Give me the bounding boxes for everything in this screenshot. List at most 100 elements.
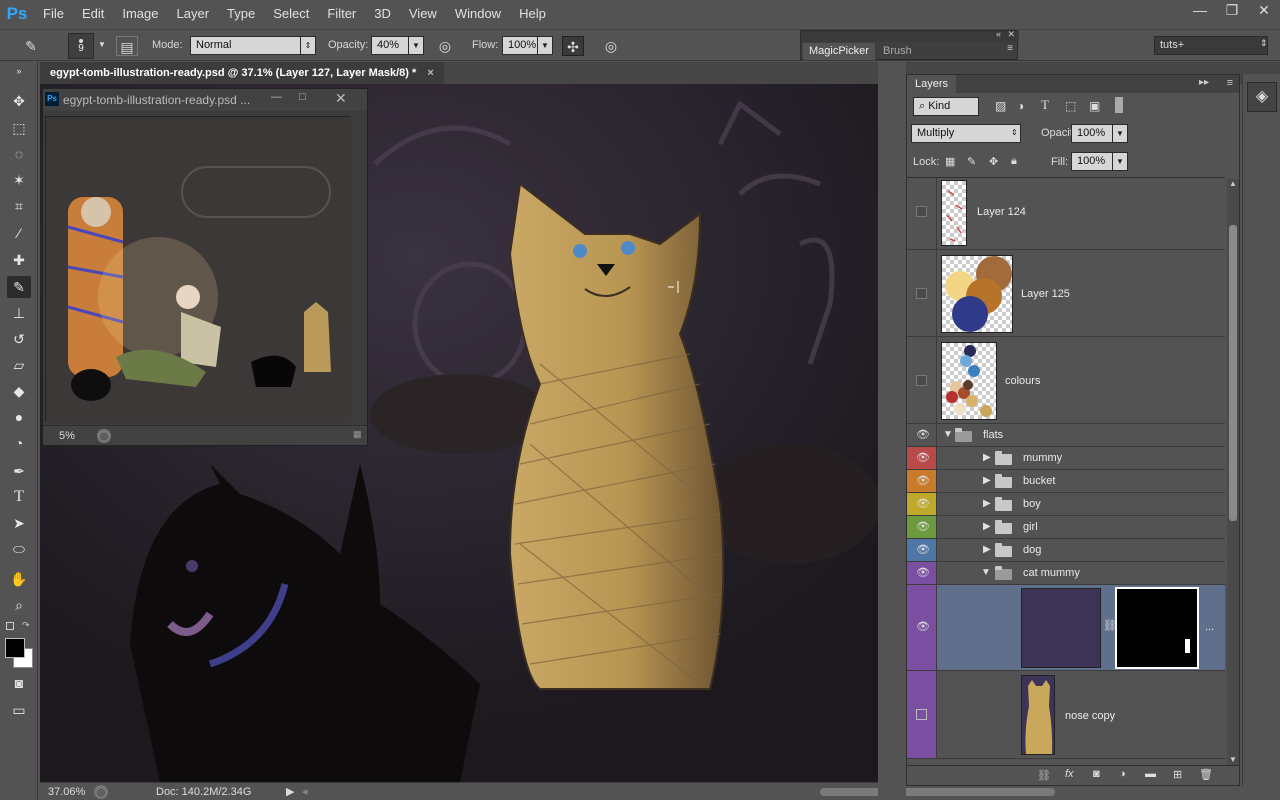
filter-shape-icon[interactable]: ⬚ — [1065, 99, 1076, 113]
menu-select[interactable]: Select — [264, 0, 318, 28]
visibility-off-toggle[interactable] — [916, 375, 927, 386]
layer-filter-kind[interactable]: ⌕ Kind — [913, 97, 979, 116]
panel-expand-icon[interactable]: ▸▸ — [1199, 77, 1209, 88]
layers-menu-icon[interactable]: ≡ — [1227, 77, 1233, 89]
add-mask-icon[interactable]: ◙ — [1093, 768, 1100, 780]
adjustment-layer-icon[interactable]: ◑ — [1119, 768, 1126, 780]
group-collapsed-caret-icon[interactable]: ▶ — [983, 544, 991, 555]
navigator-zoom[interactable]: 5% — [59, 430, 75, 442]
group-row-cat-mummy[interactable]: 👁︎ ▼ cat mummy — [907, 562, 1225, 585]
group-row-boy[interactable]: 👁︎ ▶ boy — [907, 493, 1225, 516]
clone-stamp-tool-icon[interactable]: ⊥ — [7, 302, 31, 324]
new-group-icon[interactable]: ▬ — [1145, 768, 1156, 780]
workspace-select[interactable]: tuts+ — [1154, 36, 1268, 55]
filter-adjustment-icon[interactable]: ◑ — [1017, 99, 1024, 113]
scroll-down-icon[interactable]: ▼ — [1229, 755, 1237, 764]
default-colors-icon[interactable] — [6, 622, 14, 630]
document-tab-close-icon[interactable]: × — [427, 67, 433, 79]
lasso-tool-icon[interactable]: ◌ — [7, 143, 31, 165]
visibility-eye-icon[interactable]: 👁︎ — [916, 452, 930, 464]
layer-opacity-chevron-icon[interactable]: ▼ — [1112, 124, 1128, 143]
new-layer-icon[interactable]: ⊞ — [1173, 768, 1182, 781]
close-icon[interactable]: ✕ — [1007, 29, 1015, 40]
flow-input[interactable]: 100% — [502, 36, 538, 55]
group-row-mummy[interactable]: 👁︎ ▶ mummy — [907, 447, 1225, 470]
path-selection-tool-icon[interactable]: ➤ — [7, 512, 31, 534]
menu-file[interactable]: File — [34, 0, 73, 28]
lock-pixels-icon[interactable]: ✎ — [967, 155, 976, 168]
navigator-close-icon[interactable]: ✕ — [335, 90, 347, 107]
group-row-dog[interactable]: 👁︎ ▶ dog — [907, 539, 1225, 562]
group-collapsed-caret-icon[interactable]: ▶ — [983, 521, 991, 532]
menu-image[interactable]: Image — [113, 0, 167, 28]
group-row-bucket[interactable]: 👁︎ ▶ bucket — [907, 470, 1225, 493]
brush-tool-icon[interactable]: ✎ — [7, 276, 31, 298]
pressure-size-icon[interactable]: ◎ — [600, 36, 622, 56]
opacity-input[interactable]: 40% — [371, 36, 409, 55]
mode-select[interactable]: Normal — [190, 36, 302, 55]
navigator-maximize-icon[interactable]: □ — [299, 91, 306, 103]
brush-panel-toggle-icon[interactable]: ▤ — [116, 36, 138, 56]
dodge-tool-icon[interactable]: ◔ — [7, 432, 31, 454]
pen-tool-icon[interactable]: ✒ — [7, 460, 31, 482]
group-collapsed-caret-icon[interactable]: ▶ — [983, 498, 991, 509]
resize-grip-icon[interactable]: ▦ — [353, 429, 362, 440]
tab-brush[interactable]: Brush — [877, 43, 918, 60]
brush-preset-chevron-icon[interactable]: ▼ — [94, 36, 110, 55]
crop-tool-icon[interactable]: ⌗ — [7, 195, 31, 217]
menu-3d[interactable]: 3D — [365, 0, 400, 28]
zoom-tool-icon[interactable]: ⌕ — [7, 594, 31, 616]
airbrush-icon[interactable]: ✣ — [562, 36, 584, 56]
brush-tool-icon[interactable]: ✎ — [20, 36, 42, 56]
scroll-left-icon[interactable]: ◂ — [302, 785, 308, 798]
status-menu-arrow-icon[interactable]: ▶ — [286, 785, 294, 798]
lock-transparency-icon[interactable]: ▦ — [945, 155, 955, 168]
visibility-off-toggle[interactable] — [916, 206, 927, 217]
fill-input[interactable]: 100% — [1071, 152, 1113, 171]
visibility-eye-icon[interactable]: 👁︎ — [916, 498, 930, 510]
type-tool-icon[interactable]: T — [7, 486, 31, 508]
layer-row-selected[interactable]: 👁︎ ⛓︎ ... — [907, 585, 1225, 671]
menu-window[interactable]: Window — [446, 0, 510, 28]
layers-scrollbar[interactable]: ▲ ▼ — [1227, 179, 1239, 765]
menu-layer[interactable]: Layer — [168, 0, 219, 28]
lock-position-icon[interactable]: ✥ — [989, 155, 998, 168]
layer-style-fx-icon[interactable]: fx — [1065, 768, 1074, 780]
screen-mode-icon[interactable]: ▭ — [7, 699, 31, 721]
group-expanded-caret-icon[interactable]: ▼ — [981, 567, 991, 578]
group-collapsed-caret-icon[interactable]: ▶ — [983, 452, 991, 463]
layers-panel-icon[interactable]: ◈ — [1247, 82, 1277, 112]
blur-tool-icon[interactable]: ● — [7, 406, 31, 428]
foreground-color-swatch[interactable] — [5, 638, 25, 658]
filter-toggle-icon[interactable] — [1115, 97, 1123, 113]
mode-chevron-icon[interactable]: ⇕ — [300, 36, 316, 55]
restore-button[interactable]: ❐ — [1216, 0, 1248, 22]
status-info-icon[interactable]: ◎ — [94, 785, 108, 799]
visibility-eye-icon[interactable]: 👁︎ — [916, 521, 930, 533]
layer-mask-thumbnail[interactable] — [1115, 587, 1199, 669]
filter-pixel-icon[interactable]: ▨ — [995, 99, 1006, 113]
group-expanded-caret-icon[interactable]: ▼ — [943, 429, 953, 440]
navigator-minimize-icon[interactable]: — — [271, 91, 282, 103]
visibility-eye-icon[interactable]: 👁︎ — [916, 475, 930, 487]
navigator-info-icon[interactable]: ◎ — [97, 429, 111, 443]
visibility-eye-icon[interactable]: 👁︎ — [916, 429, 930, 441]
eraser-tool-icon[interactable]: ▱ — [7, 354, 31, 376]
menu-view[interactable]: View — [400, 0, 446, 28]
layer-row-nose-copy[interactable]: nose copy — [907, 671, 1225, 759]
navigator-preview[interactable] — [45, 116, 351, 423]
visibility-eye-icon[interactable]: 👁︎ — [916, 544, 930, 556]
visibility-off-toggle[interactable] — [916, 709, 927, 720]
navigator-titlebar[interactable]: Ps egypt-tomb-illustration-ready.psd ...… — [43, 89, 367, 111]
group-collapsed-caret-icon[interactable]: ▶ — [983, 475, 991, 486]
panel-menu-icon[interactable]: ≡ — [1007, 43, 1013, 54]
link-layers-icon[interactable]: ⛓︎ — [1037, 769, 1051, 782]
filter-type-icon[interactable]: T — [1041, 97, 1049, 113]
group-row-girl[interactable]: 👁︎ ▶ girl — [907, 516, 1225, 539]
close-window-button[interactable]: ✕ — [1248, 0, 1280, 22]
quick-mask-icon[interactable]: ◙ — [7, 672, 31, 694]
minimize-button[interactable]: — — [1184, 0, 1216, 22]
tools-collapse-icon[interactable]: » — [7, 66, 31, 76]
fill-chevron-icon[interactable]: ▼ — [1112, 152, 1128, 171]
healing-brush-tool-icon[interactable]: ✚ — [7, 249, 31, 271]
